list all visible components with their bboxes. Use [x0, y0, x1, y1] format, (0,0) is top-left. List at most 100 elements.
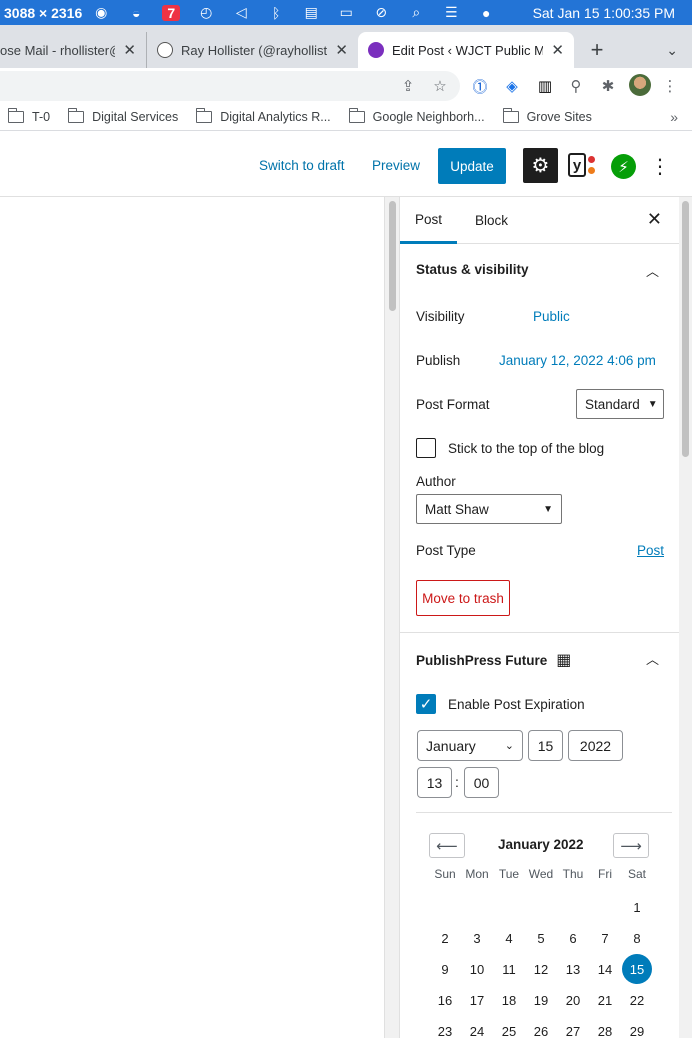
calendar-day[interactable]: 21	[590, 985, 620, 1015]
time-machine-icon[interactable]: ◴	[197, 4, 215, 21]
calendar-day[interactable]: 8	[622, 923, 652, 953]
chevron-up-icon[interactable]: ︿	[646, 261, 659, 280]
tab-block[interactable]: Block	[460, 197, 523, 244]
bookmark-folder[interactable]: Grove Sites	[502, 107, 592, 124]
calendar-day[interactable]: 29	[622, 1016, 652, 1038]
tab-post[interactable]: Post	[400, 197, 458, 244]
expiration-minute-input[interactable]: 00	[464, 767, 499, 798]
calendar-day[interactable]: 7	[590, 923, 620, 953]
bookmark-star-icon[interactable]: ☆	[430, 76, 450, 96]
tab-gmail[interactable]: ose Mail - rhollister@ ✕	[0, 32, 146, 68]
calendar-day[interactable]: 20	[558, 985, 588, 1015]
close-sidebar-icon[interactable]: ✕	[647, 209, 662, 230]
calendar-day[interactable]: 15	[622, 954, 652, 984]
expiration-month-select[interactable]: January ⌄	[417, 730, 523, 761]
calendar-day[interactable]: 23	[430, 1016, 460, 1038]
post-type-link[interactable]: Post	[637, 543, 664, 558]
extension-library-icon[interactable]: ▥	[535, 76, 555, 96]
keyboard-icon[interactable]: ▤	[302, 4, 320, 21]
calendar-day[interactable]: 16	[430, 985, 460, 1015]
sticky-checkbox[interactable]	[416, 438, 436, 458]
update-button[interactable]: Update	[438, 148, 506, 184]
chevron-up-icon[interactable]: ︿	[646, 649, 659, 668]
battery-icon[interactable]: ▭	[337, 4, 355, 21]
jetpack-icon[interactable]: ⚡	[611, 154, 636, 179]
expiration-year-input[interactable]: 2022	[568, 730, 623, 761]
bluetooth-icon[interactable]: ᛒ	[267, 5, 285, 21]
author-select[interactable]: Matt Shaw ▼	[416, 494, 562, 524]
calendar-day[interactable]: 14	[590, 954, 620, 984]
address-bar[interactable]	[0, 71, 460, 101]
extensions-puzzle-icon[interactable]: ✱	[598, 76, 618, 96]
calendar-day[interactable]: 27	[558, 1016, 588, 1038]
publish-date-link[interactable]: January 12, 2022 4:06 pm	[499, 353, 656, 368]
calendar-day[interactable]: 28	[590, 1016, 620, 1038]
preview-button[interactable]: Preview	[372, 158, 420, 173]
calendar-day[interactable]: 6	[558, 923, 588, 953]
bookmark-folder[interactable]: Digital Analytics R...	[196, 107, 331, 124]
calendar-next-button[interactable]: ⟶	[613, 833, 649, 858]
control-center-icon[interactable]: ☰	[442, 4, 460, 21]
avatar[interactable]	[629, 74, 651, 96]
enable-expiration-checkbox[interactable]: ✓	[416, 694, 436, 714]
status-visibility-title[interactable]: Status & visibility	[416, 262, 529, 277]
calendar-day[interactable]: 10	[462, 954, 492, 984]
share-icon[interactable]: ⇪	[398, 76, 418, 96]
app-logo-icon[interactable]: 7	[162, 4, 181, 21]
visibility-value-link[interactable]: Public	[533, 309, 570, 324]
new-tab-button[interactable]: +	[582, 32, 612, 68]
more-options-icon[interactable]: ⋮	[650, 153, 670, 179]
bookmark-folder[interactable]: T-0	[8, 107, 50, 124]
post-format-select[interactable]: Standard ▼	[576, 389, 664, 419]
browser-menu-icon[interactable]: ⋮	[660, 76, 680, 96]
calendar-day[interactable]: 17	[462, 985, 492, 1015]
volume-icon[interactable]: ◁	[232, 4, 250, 21]
wifi-off-icon[interactable]: ⊘	[372, 4, 390, 21]
expiration-day-input[interactable]: 15	[528, 730, 563, 761]
tab-edit-post[interactable]: Edit Post ‹ WJCT Public M ✕	[358, 32, 574, 68]
calendar-day[interactable]: 1	[622, 892, 652, 922]
editor-canvas[interactable]	[0, 197, 384, 1038]
calendar-day[interactable]: 18	[494, 985, 524, 1015]
spotlight-search-icon[interactable]: ⌕	[407, 4, 425, 21]
calendar-day[interactable]: 13	[558, 954, 588, 984]
calendar-day[interactable]: 9	[430, 954, 460, 984]
calendar-day[interactable]: 2	[430, 923, 460, 953]
editor-scrollbar[interactable]	[384, 197, 399, 1038]
yoast-seo-button[interactable]: y	[566, 153, 598, 179]
calendar-day[interactable]: 26	[526, 1016, 556, 1038]
vpn-icon[interactable]: ◒	[127, 5, 145, 21]
siri-icon[interactable]: ●	[477, 5, 495, 21]
close-icon[interactable]: ✕	[551, 41, 564, 59]
calendar-day[interactable]: 24	[462, 1016, 492, 1038]
calendar-day[interactable]: 3	[462, 923, 492, 953]
user-circle-icon[interactable]: ◉	[92, 4, 110, 21]
publishpress-future-title[interactable]: PublishPress Future ▦	[416, 650, 571, 670]
calendar-day[interactable]: 12	[526, 954, 556, 984]
expiration-hour-input[interactable]: 13	[417, 767, 452, 798]
calendar-day[interactable]: 4	[494, 923, 524, 953]
tab-profile[interactable]: Ray Hollister (@rayhollister ✕	[146, 32, 358, 68]
calendar-day[interactable]: 25	[494, 1016, 524, 1038]
bookmark-folder[interactable]: Google Neighborh...	[348, 107, 485, 124]
calendar-day[interactable]: 5	[526, 923, 556, 953]
bookmarks-overflow-button[interactable]: »	[670, 109, 678, 125]
extension-search-icon[interactable]: ⚲	[566, 76, 586, 96]
switch-to-draft-button[interactable]: Switch to draft	[259, 158, 345, 173]
close-icon[interactable]: ✕	[335, 41, 348, 59]
bookmark-folder[interactable]: Digital Services	[68, 107, 178, 124]
password-manager-icon[interactable]: ⓵	[470, 76, 490, 96]
calendar-day[interactable]: 19	[526, 985, 556, 1015]
sidebar-scrollbar[interactable]	[679, 197, 692, 1038]
move-to-trash-button[interactable]: Move to trash	[416, 580, 510, 616]
extension-tag-icon[interactable]: ◈	[502, 76, 522, 96]
calendar-prev-button[interactable]: ⟵	[429, 833, 465, 858]
scrollbar-thumb[interactable]	[389, 201, 396, 311]
calendar-day[interactable]: 22	[622, 985, 652, 1015]
settings-gear-icon[interactable]: ⚙	[523, 148, 558, 183]
scrollbar-thumb[interactable]	[682, 201, 689, 457]
menubar-clock[interactable]: Sat Jan 15 1:00:35 PM	[533, 5, 675, 21]
tab-search-chevron-icon[interactable]: ⌄	[666, 32, 678, 68]
close-icon[interactable]: ✕	[123, 41, 136, 59]
calendar-day[interactable]: 11	[494, 954, 524, 984]
